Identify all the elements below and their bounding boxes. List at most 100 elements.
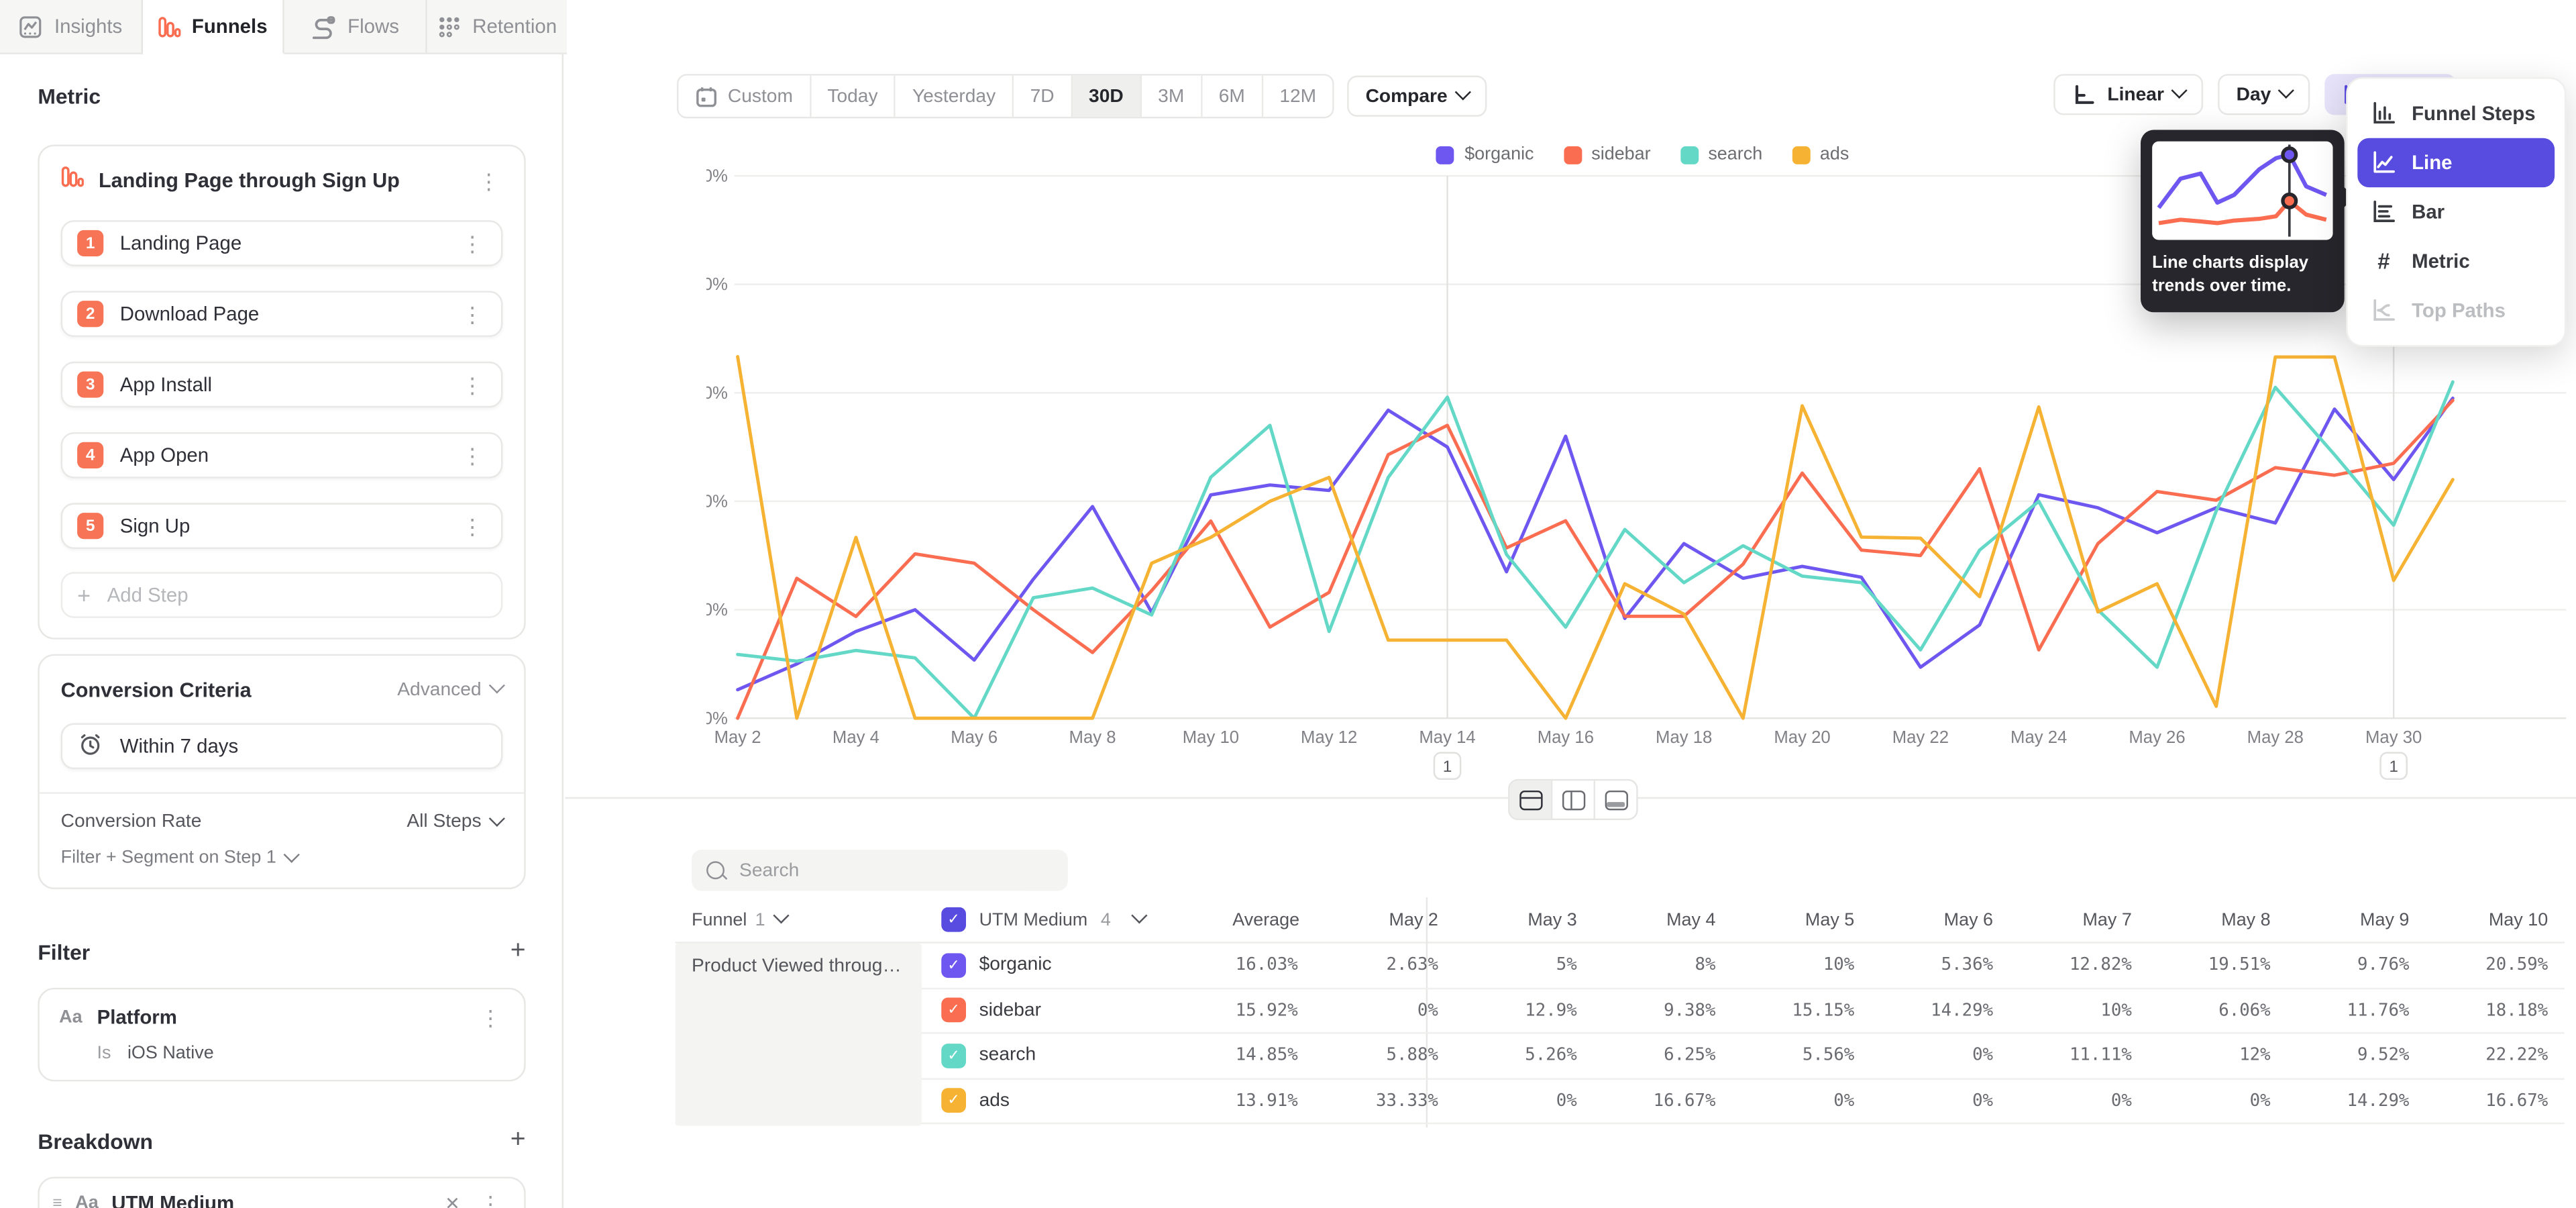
series-checkbox[interactable]: ✓	[941, 953, 966, 978]
sidebar: Metric Landing Page through Sign Up ⋮ 1L…	[0, 54, 564, 1208]
compare-button[interactable]: Compare	[1348, 76, 1487, 117]
range-yesterday-button[interactable]: Yesterday	[896, 76, 1014, 117]
range-30d-button[interactable]: 30D	[1073, 76, 1142, 117]
legend-label: $organic	[1464, 145, 1534, 164]
filter-property[interactable]: Platform	[97, 1006, 462, 1029]
kebab-menu-icon[interactable]: ⋮	[458, 233, 486, 254]
filter-operator[interactable]: Is	[97, 1044, 111, 1063]
tab-funnels[interactable]: Funnels	[142, 0, 284, 54]
drag-handle-icon[interactable]: ≡	[52, 1194, 62, 1208]
y-axis-label: 30%	[706, 384, 728, 403]
conversion-window-button[interactable]: Within 7 days	[61, 723, 503, 770]
insights-icon	[18, 14, 43, 39]
kebab-menu-icon[interactable]: ⋮	[475, 170, 503, 191]
range-12m-button[interactable]: 12M	[1263, 76, 1333, 117]
search-input[interactable]	[736, 859, 1053, 882]
line-icon	[2371, 150, 2397, 176]
breakdown-column-header[interactable]: ✓ UTM Medium 4	[922, 907, 1168, 932]
series-line-search[interactable]	[738, 382, 2453, 718]
funnel-cell[interactable]: Product Viewed through P…	[676, 944, 922, 1126]
layout-toggle-group	[1508, 779, 1638, 820]
layout-split-columns-button[interactable]	[1552, 781, 1595, 818]
kebab-menu-icon[interactable]: ⋮	[458, 374, 486, 395]
average-column-header: Average	[1168, 910, 1316, 929]
y-axis-label: 20%	[706, 493, 728, 511]
step-label: App Install	[120, 373, 442, 396]
layout-split-rows-button[interactable]	[1510, 781, 1553, 818]
funnel-column-header[interactable]: Funnel 1	[676, 910, 922, 929]
funnel-step-1[interactable]: 1Landing Page⋮	[61, 220, 503, 266]
funnel-step-3[interactable]: 3 App Install ⋮	[61, 362, 503, 408]
add-step-button[interactable]: + Add Step	[61, 572, 503, 618]
legend-item-ads[interactable]: ads	[1792, 145, 1849, 164]
select-all-checkbox[interactable]: ✓	[941, 907, 966, 932]
x-axis-label: May 6	[951, 728, 998, 747]
svg-text:1: 1	[2389, 758, 2398, 776]
series-checkbox[interactable]: ✓	[941, 1089, 966, 1113]
menu-item-bar[interactable]: Bar	[2357, 187, 2555, 236]
filter-segment-dropdown[interactable]: Filter + Segment on Step 1	[61, 848, 503, 868]
breakdown-property[interactable]: UTM Medium	[111, 1192, 431, 1208]
tab-insights[interactable]: Insights	[0, 0, 142, 52]
average-value: 13.91%	[1168, 1091, 1316, 1111]
legend-swatch	[1437, 146, 1455, 164]
legend-item-organic[interactable]: $organic	[1437, 145, 1534, 164]
menu-item-metric[interactable]: #Metric	[2357, 237, 2555, 286]
series-checkbox[interactable]: ✓	[941, 1043, 966, 1068]
range-today-button[interactable]: Today	[811, 76, 896, 117]
legend-label: search	[1708, 145, 1762, 164]
remove-breakdown-icon[interactable]: ✕	[445, 1193, 460, 1208]
filter-value[interactable]: iOS Native	[127, 1044, 214, 1063]
series-line-organic[interactable]	[738, 398, 2453, 689]
x-axis-label: May 4	[833, 728, 879, 747]
series-line-sidebar[interactable]	[738, 401, 2453, 719]
legend-item-sidebar[interactable]: sidebar	[1564, 145, 1651, 164]
layout-bottom-panel-button[interactable]	[1595, 781, 1636, 818]
series-line-ads[interactable]	[738, 356, 2453, 718]
x-axis-label: May 12	[1301, 728, 1357, 747]
tab-label: Funnels	[192, 15, 268, 38]
top-paths-icon	[2371, 297, 2397, 323]
conversion-rate-dropdown[interactable]: All Steps	[407, 812, 502, 832]
interval-dropdown[interactable]: Day	[2218, 74, 2310, 115]
scale-dropdown[interactable]: Linear	[2053, 74, 2204, 115]
menu-item-line[interactable]: Line	[2357, 138, 2555, 187]
range-custom-button[interactable]: Custom	[678, 76, 810, 117]
clock-icon	[77, 731, 103, 762]
range-7d-button[interactable]: 7D	[1014, 76, 1072, 117]
tab-retention[interactable]: Retention	[427, 0, 567, 52]
menu-item-label: Metric	[2412, 250, 2470, 272]
kebab-menu-icon[interactable]: ⋮	[458, 444, 486, 466]
y-axis-label: 10%	[706, 601, 728, 619]
add-filter-button[interactable]: +	[511, 938, 526, 964]
series-name: $organic	[979, 955, 1052, 974]
x-axis-label: May 24	[2010, 728, 2067, 747]
date-column-header: May 5	[1732, 910, 1871, 929]
funnel-step-5[interactable]: 5Sign Up⋮	[61, 503, 503, 549]
range-6m-button[interactable]: 6M	[1202, 76, 1263, 117]
step-number-badge: 5	[77, 513, 103, 539]
cell-value: 20.59%	[2426, 955, 2565, 974]
kebab-menu-icon[interactable]: ⋮	[458, 303, 486, 325]
range-3m-button[interactable]: 3M	[1142, 76, 1203, 117]
series-checkbox[interactable]: ✓	[941, 998, 966, 1023]
tooltip-mini-chart	[2152, 142, 2332, 240]
cell-value: 5%	[1454, 955, 1593, 974]
kebab-menu-icon[interactable]: ⋮	[476, 1193, 504, 1208]
menu-item-funnel-steps[interactable]: Funnel Steps	[2357, 89, 2555, 138]
funnel-step-2[interactable]: 2Download Page⋮	[61, 291, 503, 337]
tab-flows[interactable]: Flows	[284, 0, 427, 52]
x-axis-label: May 30	[2365, 728, 2422, 747]
kebab-menu-icon[interactable]: ⋮	[458, 515, 486, 537]
x-axis-label: May 2	[714, 728, 761, 747]
funnel-step-4[interactable]: 4App Open⋮	[61, 432, 503, 479]
funnel-name: Landing Page through Sign Up	[99, 169, 460, 192]
step-number-badge: 3	[77, 371, 103, 397]
cell-value: 19.51%	[2148, 955, 2287, 974]
series-name: ads	[979, 1091, 1010, 1111]
legend-item-search[interactable]: search	[1680, 145, 1763, 164]
advanced-dropdown[interactable]: Advanced	[397, 680, 502, 699]
kebab-menu-icon[interactable]: ⋮	[476, 1007, 504, 1028]
add-breakdown-button[interactable]: +	[511, 1127, 526, 1154]
filter-section-title: Filter	[38, 940, 90, 964]
